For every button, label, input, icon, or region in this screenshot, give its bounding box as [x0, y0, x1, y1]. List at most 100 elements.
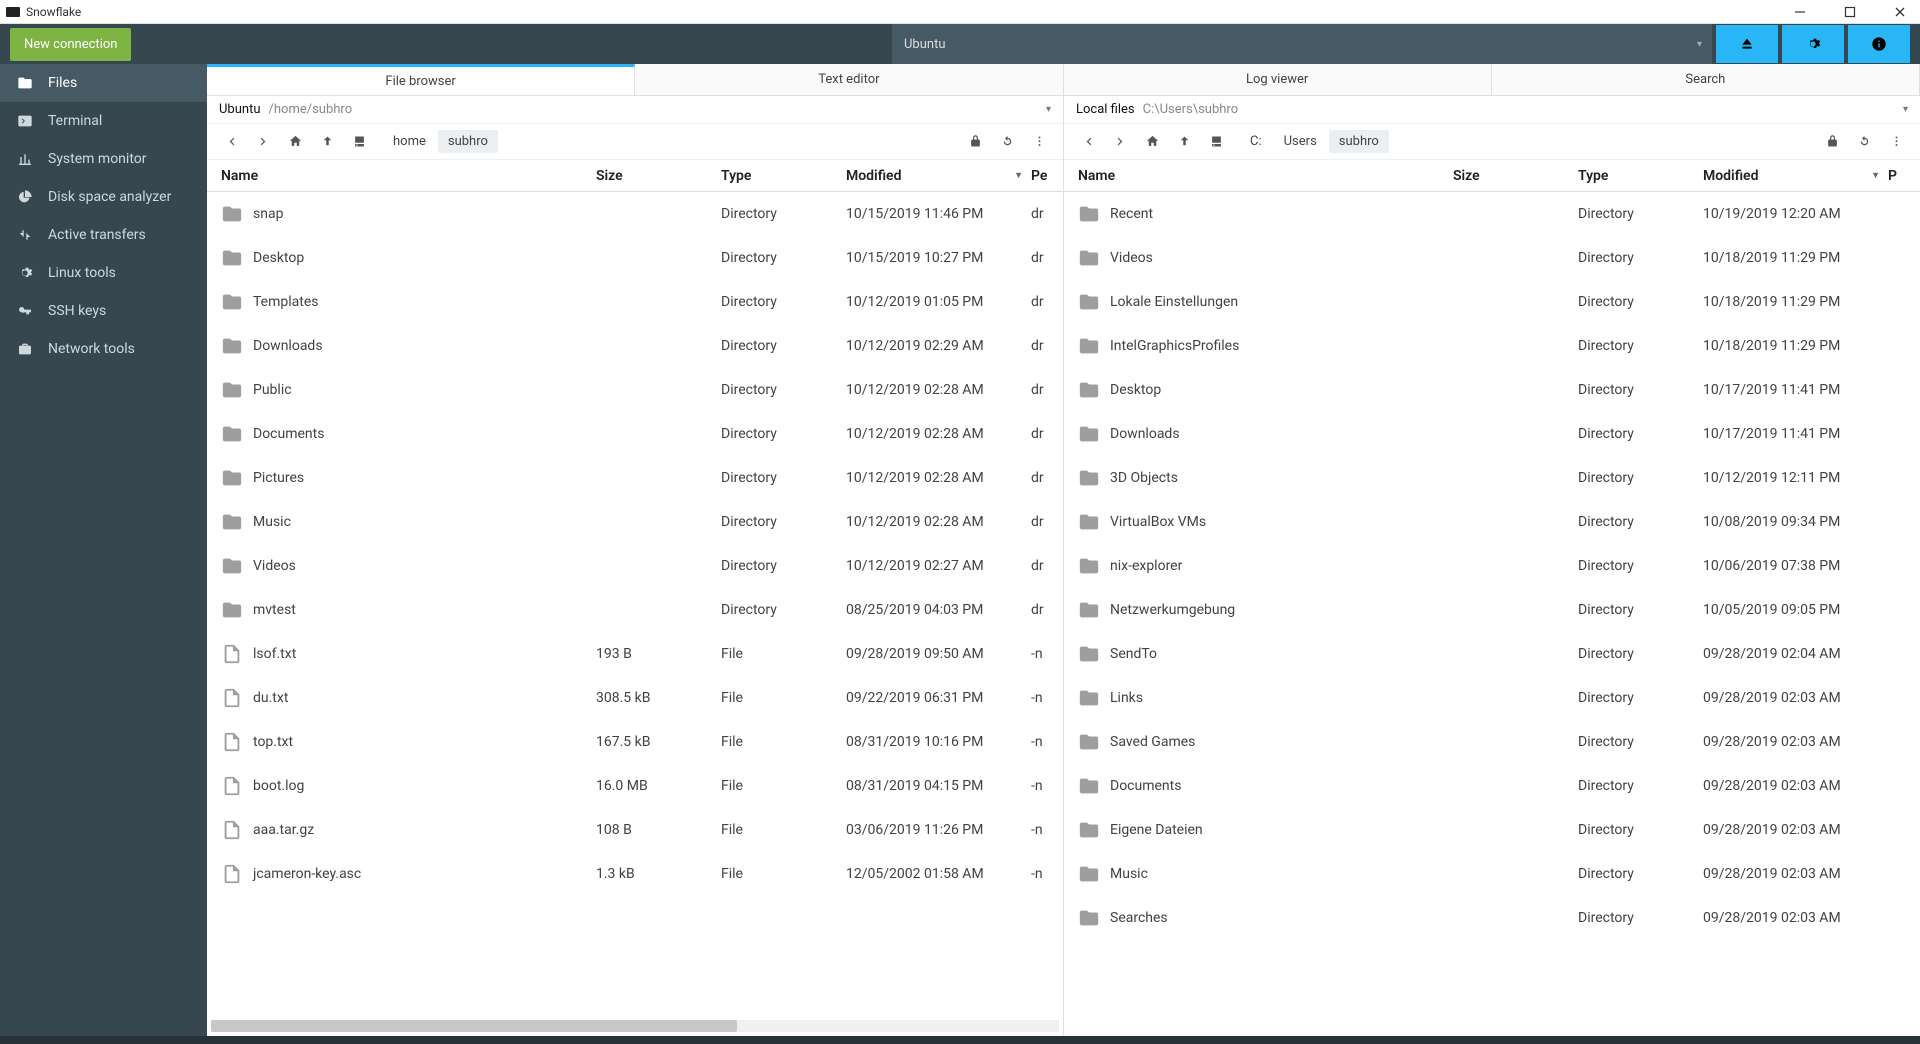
- table-row[interactable]: mvtestDirectory08/25/2019 04:03 PMdr: [207, 588, 1063, 632]
- settings-button[interactable]: [1782, 25, 1844, 63]
- refresh-icon[interactable]: [993, 128, 1021, 156]
- table-row[interactable]: DocumentsDirectory09/28/2019 02:03 AM: [1064, 764, 1920, 808]
- home-icon[interactable]: [1138, 128, 1166, 156]
- minimize-button[interactable]: [1786, 2, 1814, 22]
- file-perm: dr: [1027, 250, 1057, 266]
- table-row[interactable]: DownloadsDirectory10/12/2019 02:29 AMdr: [207, 324, 1063, 368]
- forward-icon[interactable]: [249, 128, 277, 156]
- col-modified[interactable]: Modified▼: [1699, 168, 1884, 184]
- sidebar-item-label: Disk space analyzer: [48, 189, 171, 205]
- table-row[interactable]: IntelGraphicsProfilesDirectory10/18/2019…: [1064, 324, 1920, 368]
- table-row[interactable]: VideosDirectory10/18/2019 11:29 PM: [1064, 236, 1920, 280]
- table-row[interactable]: DownloadsDirectory10/17/2019 11:41 PM: [1064, 412, 1920, 456]
- up-icon[interactable]: [313, 128, 341, 156]
- sidebar-item-ssh-keys[interactable]: SSH keys: [0, 292, 207, 330]
- table-row[interactable]: SendToDirectory09/28/2019 02:04 AM: [1064, 632, 1920, 676]
- info-button[interactable]: [1848, 25, 1910, 63]
- table-row[interactable]: MusicDirectory10/12/2019 02:28 AMdr: [207, 500, 1063, 544]
- new-connection-button[interactable]: New connection: [10, 28, 131, 61]
- table-row[interactable]: 3D ObjectsDirectory10/12/2019 12:11 PM: [1064, 456, 1920, 500]
- col-modified[interactable]: Modified▼: [842, 168, 1027, 184]
- forward-icon[interactable]: [1106, 128, 1134, 156]
- refresh-icon[interactable]: [1850, 128, 1878, 156]
- table-row[interactable]: lsof.txt193 BFile09/28/2019 09:50 AM-n: [207, 632, 1063, 676]
- disk-icon[interactable]: [345, 128, 373, 156]
- table-row[interactable]: RecentDirectory10/19/2019 12:20 AM: [1064, 192, 1920, 236]
- sidebar-item-terminal[interactable]: Terminal: [0, 102, 207, 140]
- session-selector[interactable]: Ubuntu: [892, 24, 1712, 64]
- sidebar-item-network-tools[interactable]: Network tools: [0, 330, 207, 368]
- col-name[interactable]: Name: [217, 168, 592, 184]
- sidebar-item-active-transfers[interactable]: Active transfers: [0, 216, 207, 254]
- table-row[interactable]: nix-explorerDirectory10/06/2019 07:38 PM: [1064, 544, 1920, 588]
- file-name: Downloads: [253, 338, 323, 354]
- breadcrumb-item[interactable]: subhro: [1329, 130, 1389, 153]
- file-perm: dr: [1027, 206, 1057, 222]
- table-row[interactable]: aaa.tar.gz108 BFile03/06/2019 11:26 PM-n: [207, 808, 1063, 852]
- table-row[interactable]: boot.log16.0 MBFile08/31/2019 04:15 PM-n: [207, 764, 1063, 808]
- file-type: Directory: [1574, 778, 1699, 794]
- table-row[interactable]: DesktopDirectory10/17/2019 11:41 PM: [1064, 368, 1920, 412]
- sidebar-item-linux-tools[interactable]: Linux tools: [0, 254, 207, 292]
- back-icon[interactable]: [217, 128, 245, 156]
- breadcrumb-item[interactable]: subhro: [438, 130, 498, 153]
- more-icon[interactable]: [1025, 128, 1053, 156]
- up-icon[interactable]: [1170, 128, 1198, 156]
- close-button[interactable]: [1886, 2, 1914, 22]
- col-perm[interactable]: P: [1884, 168, 1914, 184]
- col-name[interactable]: Name: [1074, 168, 1449, 184]
- table-row[interactable]: Eigene DateienDirectory09/28/2019 02:03 …: [1064, 808, 1920, 852]
- col-type[interactable]: Type: [717, 168, 842, 184]
- tab-search[interactable]: Search: [1492, 64, 1920, 95]
- col-type[interactable]: Type: [1574, 168, 1699, 184]
- breadcrumb-item[interactable]: Users: [1274, 130, 1327, 153]
- tab-log-viewer[interactable]: Log viewer: [1064, 64, 1492, 95]
- table-row[interactable]: NetzwerkumgebungDirectory10/05/2019 09:0…: [1064, 588, 1920, 632]
- disk-icon[interactable]: [1202, 128, 1230, 156]
- home-icon[interactable]: [281, 128, 309, 156]
- sidebar-item-disk-space-analyzer[interactable]: Disk space analyzer: [0, 178, 207, 216]
- table-row[interactable]: VideosDirectory10/12/2019 02:27 AMdr: [207, 544, 1063, 588]
- local-path-selector[interactable]: Local files C:\Users\subhro: [1064, 96, 1920, 124]
- table-row[interactable]: TemplatesDirectory10/12/2019 01:05 PMdr: [207, 280, 1063, 324]
- table-row[interactable]: DocumentsDirectory10/12/2019 02:28 AMdr: [207, 412, 1063, 456]
- breadcrumb-item[interactable]: C:: [1240, 130, 1272, 153]
- table-row[interactable]: PublicDirectory10/12/2019 02:28 AMdr: [207, 368, 1063, 412]
- file-name: Searches: [1110, 910, 1168, 926]
- file-name: Desktop: [1110, 382, 1161, 398]
- table-row[interactable]: snapDirectory10/15/2019 11:46 PMdr: [207, 192, 1063, 236]
- table-row[interactable]: MusicDirectory09/28/2019 02:03 AM: [1064, 852, 1920, 896]
- back-icon[interactable]: [1074, 128, 1102, 156]
- table-row[interactable]: DesktopDirectory10/15/2019 10:27 PMdr: [207, 236, 1063, 280]
- file-name: du.txt: [253, 690, 288, 706]
- tab-file-browser[interactable]: File browser: [207, 64, 635, 95]
- table-row[interactable]: VirtualBox VMsDirectory10/08/2019 09:34 …: [1064, 500, 1920, 544]
- table-row[interactable]: du.txt308.5 kBFile09/22/2019 06:31 PM-n: [207, 676, 1063, 720]
- table-row[interactable]: LinksDirectory09/28/2019 02:03 AM: [1064, 676, 1920, 720]
- file-type: Directory: [717, 382, 842, 398]
- table-row[interactable]: PicturesDirectory10/12/2019 02:28 AMdr: [207, 456, 1063, 500]
- lock-icon[interactable]: [961, 128, 989, 156]
- remote-hscrollbar[interactable]: [211, 1020, 1059, 1032]
- sidebar-item-system-monitor[interactable]: System monitor: [0, 140, 207, 178]
- sidebar-item-files[interactable]: Files: [0, 64, 207, 102]
- maximize-button[interactable]: [1836, 2, 1864, 22]
- table-row[interactable]: Saved GamesDirectory09/28/2019 02:03 AM: [1064, 720, 1920, 764]
- col-perm[interactable]: Pe: [1027, 168, 1057, 184]
- table-row[interactable]: Lokale EinstellungenDirectory10/18/2019 …: [1064, 280, 1920, 324]
- file-size: 308.5 kB: [592, 690, 717, 706]
- file-modified: 10/12/2019 02:28 AM: [842, 426, 1027, 442]
- table-row[interactable]: top.txt167.5 kBFile08/31/2019 10:16 PM-n: [207, 720, 1063, 764]
- col-size[interactable]: Size: [592, 168, 717, 184]
- table-row[interactable]: SearchesDirectory09/28/2019 02:03 AM: [1064, 896, 1920, 940]
- lock-icon[interactable]: [1818, 128, 1846, 156]
- file-modified: 10/08/2019 09:34 PM: [1699, 514, 1884, 530]
- eject-button[interactable]: [1716, 25, 1778, 63]
- table-row[interactable]: jcameron-key.asc1.3 kBFile12/05/2002 01:…: [207, 852, 1063, 896]
- file-type: Directory: [1574, 250, 1699, 266]
- tab-text-editor[interactable]: Text editor: [635, 64, 1063, 95]
- remote-path-selector[interactable]: Ubuntu /home/subhro: [207, 96, 1063, 124]
- more-icon[interactable]: [1882, 128, 1910, 156]
- col-size[interactable]: Size: [1449, 168, 1574, 184]
- breadcrumb-item[interactable]: home: [383, 130, 436, 153]
